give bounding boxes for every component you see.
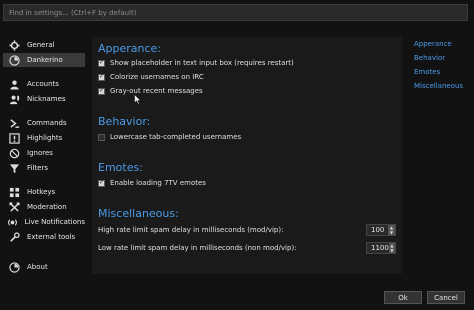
nicknames-icon <box>7 92 21 106</box>
section-title-appearance: Apperance: <box>98 42 162 55</box>
spinbox-value: 1100 <box>371 244 389 252</box>
section-navigation: Apperance Behavior Emotes Miscellaneous <box>414 40 463 96</box>
sidebar-item-commands[interactable]: Commands <box>3 116 85 130</box>
checkbox-checked[interactable]: ✓ <box>98 87 105 95</box>
sidebar-item-accounts[interactable]: Accounts <box>3 77 85 91</box>
settings-search-bar[interactable] <box>3 4 468 21</box>
toc-link-emotes[interactable]: Emotes <box>414 68 463 76</box>
toc-link-behavior[interactable]: Behavior <box>414 54 463 62</box>
settings-sidebar: General Dankerino Accounts Nicknames Com… <box>0 30 90 280</box>
ok-button[interactable]: Ok <box>384 291 422 304</box>
high-rate-limit-spinbox[interactable]: 100 ▲ ▼ <box>366 224 396 236</box>
sidebar-item-ignores[interactable]: Ignores <box>3 146 85 160</box>
sidebar-item-label: About <box>27 263 48 271</box>
highlights-icon <box>7 131 21 145</box>
option-gray-out-recent[interactable]: ✓ Gray-out recent messages <box>98 87 203 95</box>
option-label: Enable loading 7TV emotes <box>110 179 206 187</box>
gear-icon <box>7 38 21 52</box>
sidebar-item-moderation[interactable]: Moderation <box>3 200 85 214</box>
checkbox-checked[interactable]: ✓ <box>98 179 105 187</box>
high-rate-limit-label: High rate limit spam delay in millisecon… <box>98 226 284 234</box>
sidebar-item-label: Nicknames <box>27 95 66 103</box>
sidebar-item-nicknames[interactable]: Nicknames <box>3 92 85 106</box>
cancel-button[interactable]: Cancel <box>427 291 465 304</box>
option-show-placeholder[interactable]: ✓ Show placeholder in text input box (re… <box>98 59 294 67</box>
section-title-miscellaneous: Miscellaneous: <box>98 207 179 220</box>
sidebar-item-label: Hotkeys <box>27 188 56 196</box>
settings-search-input[interactable] <box>4 5 467 20</box>
filter-icon <box>7 161 21 175</box>
commands-icon <box>7 116 21 130</box>
option-enable-7tv[interactable]: ✓ Enable loading 7TV emotes <box>98 179 206 187</box>
about-icon <box>7 260 21 274</box>
spinbox-arrows-icon[interactable]: ▲ ▼ <box>388 225 395 235</box>
sidebar-item-label: General <box>27 41 55 49</box>
sidebar-item-label: Commands <box>27 119 67 127</box>
sidebar-item-label: Filters <box>27 164 48 172</box>
sidebar-item-label: Accounts <box>27 80 59 88</box>
checkbox-checked[interactable]: ✓ <box>98 73 105 81</box>
sidebar-item-label: Live Notifications <box>24 218 85 226</box>
ignores-icon <box>7 146 21 160</box>
dankerino-icon <box>7 53 21 67</box>
spinbox-arrows-icon[interactable]: ▲ ▼ <box>388 243 395 253</box>
settings-content-panel: Apperance: ✓ Show placeholder in text in… <box>92 37 402 274</box>
checkbox-checked[interactable]: ✓ <box>98 59 105 67</box>
sidebar-item-label: Ignores <box>27 149 53 157</box>
sidebar-item-filters[interactable]: Filters <box>3 161 85 175</box>
sidebar-item-external-tools[interactable]: External tools <box>3 230 85 244</box>
toc-link-miscellaneous[interactable]: Miscellaneous <box>414 82 463 90</box>
sidebar-item-dankerino[interactable]: Dankerino <box>3 53 85 67</box>
sidebar-item-label: Highlights <box>27 134 63 142</box>
sidebar-item-label: Dankerino <box>27 56 63 64</box>
notifications-icon <box>7 215 19 229</box>
sidebar-item-highlights[interactable]: Highlights <box>3 131 85 145</box>
sidebar-item-hotkeys[interactable]: Hotkeys <box>3 185 85 199</box>
external-tools-icon <box>7 230 21 244</box>
option-label: Colorize usernames on IRC <box>110 73 204 81</box>
option-lowercase-tab-completed[interactable]: Lowercase tab-completed usernames <box>98 133 241 141</box>
checkbox-unchecked[interactable] <box>98 133 105 141</box>
option-label: Gray-out recent messages <box>110 87 203 95</box>
hotkeys-icon <box>7 185 21 199</box>
option-label: Show placeholder in text input box (requ… <box>110 59 294 67</box>
sidebar-item-general[interactable]: General <box>3 38 85 52</box>
low-rate-limit-spinbox[interactable]: 1100 ▲ ▼ <box>366 242 396 254</box>
spinbox-value: 100 <box>371 226 385 234</box>
low-rate-limit-label: Low rate limit spam delay in millisecond… <box>98 244 297 252</box>
mouse-cursor-icon <box>134 94 142 105</box>
moderation-icon <box>7 200 21 214</box>
sidebar-item-label: Moderation <box>27 203 67 211</box>
option-label: Lowercase tab-completed usernames <box>110 133 242 141</box>
section-title-behavior: Behavior: <box>98 115 151 128</box>
sidebar-item-about[interactable]: About <box>3 260 85 274</box>
accounts-icon <box>7 77 21 91</box>
toc-link-appearance[interactable]: Apperance <box>414 40 463 48</box>
sidebar-item-live-notifications[interactable]: Live Notifications <box>3 215 85 229</box>
section-title-emotes: Emotes: <box>98 161 143 174</box>
option-colorize-usernames[interactable]: ✓ Colorize usernames on IRC <box>98 73 204 81</box>
sidebar-item-label: External tools <box>27 233 76 241</box>
